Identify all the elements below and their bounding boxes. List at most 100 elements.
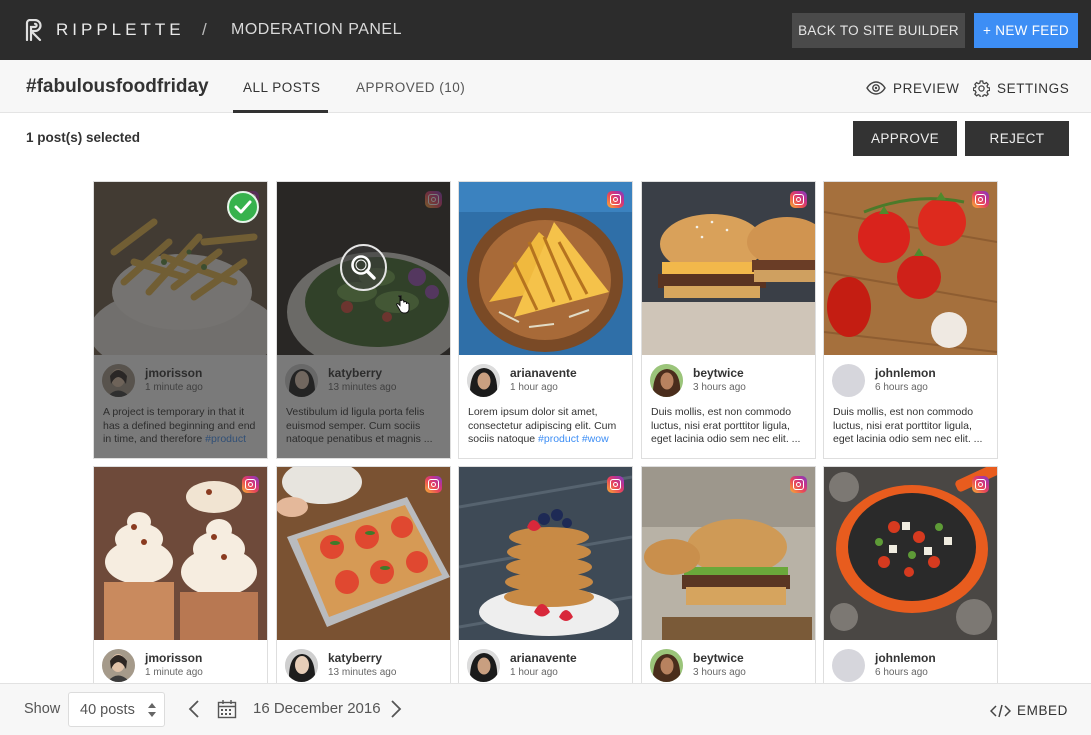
eye-icon	[866, 81, 886, 95]
settings-button[interactable]: SETTINGS	[973, 79, 1069, 97]
post-image	[824, 467, 997, 640]
post-image	[824, 182, 997, 355]
post-username[interactable]: johnlemon	[875, 366, 936, 380]
post-card[interactable]: johnlemon 6 hours ago Duis mollis, est n…	[823, 181, 998, 459]
embed-label: EMBED	[1017, 703, 1069, 718]
post-timestamp: 1 minute ago	[145, 382, 203, 393]
instagram-icon	[242, 476, 259, 493]
post-card[interactable]: katyberry 13 minutes ago	[276, 466, 451, 683]
instagram-icon	[607, 191, 624, 208]
avatar	[650, 364, 683, 397]
post-image	[94, 467, 267, 640]
avatar	[285, 649, 318, 682]
post-username[interactable]: beytwice	[693, 366, 744, 380]
page-title: MODERATION PANEL	[231, 21, 402, 38]
code-icon	[990, 704, 1011, 717]
post-timestamp: 6 hours ago	[875, 667, 928, 678]
ripplette-logo-icon[interactable]	[24, 19, 44, 41]
gear-icon	[973, 79, 990, 97]
post-username[interactable]: arianavente	[510, 651, 577, 665]
post-image	[459, 467, 632, 640]
post-card[interactable]: johnlemon 6 hours ago	[823, 466, 998, 683]
hashtag-link[interactable]: #product #wow	[538, 433, 609, 445]
post-timestamp: 1 minute ago	[145, 667, 203, 678]
feed-header: #fabulousfoodfriday ALL POSTS APPROVED (…	[0, 60, 1091, 113]
current-date[interactable]: 16 December 2016	[253, 700, 381, 717]
post-caption: A project is temporary in that it has a …	[103, 406, 256, 445]
brand-name: RIPPLETTE	[56, 20, 185, 39]
show-label: Show	[24, 701, 61, 717]
post-username[interactable]: katyberry	[328, 366, 382, 380]
post-card[interactable]: beytwice 3 hours ago Duis mollis, est no…	[641, 181, 816, 459]
zoom-icon[interactable]	[340, 244, 387, 291]
next-date-icon[interactable]	[390, 700, 402, 718]
preview-button[interactable]: PREVIEW	[866, 79, 959, 97]
reject-button[interactable]: REJECT	[965, 121, 1069, 156]
avatar	[102, 364, 135, 397]
instagram-icon	[425, 476, 442, 493]
instagram-icon	[790, 191, 807, 208]
breadcrumb-separator: /	[202, 20, 207, 39]
avatar	[467, 649, 500, 682]
new-feed-button[interactable]: + NEW FEED	[974, 13, 1078, 48]
tab-approved[interactable]: APPROVED (10)	[356, 80, 465, 95]
active-tab-indicator	[233, 110, 328, 113]
avatar	[650, 649, 683, 682]
avatar	[102, 649, 135, 682]
post-image	[642, 182, 815, 355]
post-card[interactable]: jmorisson 1 minute ago	[93, 466, 268, 683]
settings-label: SETTINGS	[997, 80, 1070, 96]
page-size-select[interactable]: 40 posts	[68, 692, 165, 727]
pagination-footer: Show 40 posts 16 December 2016 EMBED	[0, 683, 1091, 735]
page-size-value: 40 posts	[80, 702, 135, 718]
instagram-icon	[972, 476, 989, 493]
select-arrows-icon	[148, 703, 156, 717]
post-image	[277, 467, 450, 640]
instagram-icon	[972, 191, 989, 208]
post-username[interactable]: jmorisson	[145, 366, 202, 380]
instagram-icon	[607, 476, 624, 493]
post-card[interactable]: jmorisson 1 minute ago A project is temp…	[93, 181, 268, 459]
post-card[interactable]: beytwice 3 hours ago	[641, 466, 816, 683]
post-timestamp: 1 hour ago	[510, 382, 558, 393]
post-caption: Vestibulum id ligula porta felis euismod…	[286, 406, 433, 445]
post-username[interactable]: katyberry	[328, 651, 382, 665]
embed-button[interactable]: EMBED	[990, 703, 1068, 718]
post-timestamp: 3 hours ago	[693, 382, 746, 393]
post-card[interactable]: arianavente 1 hour ago Lorem ipsum dolor…	[458, 181, 633, 459]
post-timestamp: 1 hour ago	[510, 667, 558, 678]
post-username[interactable]: jmorisson	[145, 651, 202, 665]
post-caption: Duis mollis, est non commodo luctus, nis…	[651, 406, 801, 445]
post-card[interactable]: katyberry 13 minutes ago Vestibulum id l…	[276, 181, 451, 459]
posts-grid: jmorisson 1 minute ago A project is temp…	[93, 181, 999, 683]
post-username[interactable]: beytwice	[693, 651, 744, 665]
selected-check-icon[interactable]	[227, 191, 259, 223]
hashtag-link[interactable]: #product	[205, 433, 246, 445]
post-timestamp: 13 minutes ago	[328, 382, 397, 393]
post-timestamp: 3 hours ago	[693, 667, 746, 678]
post-username[interactable]: arianavente	[510, 366, 577, 380]
post-caption: Duis mollis, est non commodo luctus, nis…	[833, 406, 983, 445]
avatar	[832, 649, 865, 682]
calendar-icon[interactable]	[217, 699, 237, 719]
avatar	[832, 364, 865, 397]
instagram-icon	[425, 191, 442, 208]
tab-all-posts[interactable]: ALL POSTS	[243, 80, 321, 95]
hand-cursor-icon	[396, 295, 410, 314]
post-image	[642, 467, 815, 640]
back-to-site-builder-button[interactable]: BACK TO SITE BUILDER	[792, 13, 965, 48]
post-card[interactable]: arianavente 1 hour ago	[458, 466, 633, 683]
post-timestamp: 6 hours ago	[875, 382, 928, 393]
instagram-icon	[790, 476, 807, 493]
post-caption: Lorem ipsum dolor sit amet, consectetur …	[468, 406, 617, 445]
approve-button[interactable]: APPROVE	[853, 121, 957, 156]
selection-count: 1 post(s) selected	[26, 130, 141, 145]
preview-label: PREVIEW	[893, 80, 960, 96]
post-timestamp: 13 minutes ago	[328, 667, 397, 678]
top-bar: RIPPLETTE / MODERATION PANEL BACK TO SIT…	[0, 0, 1091, 60]
previous-date-icon[interactable]	[188, 700, 200, 718]
avatar	[467, 364, 500, 397]
post-image	[459, 182, 632, 355]
post-username[interactable]: johnlemon	[875, 651, 936, 665]
feed-hashtag: #fabulousfoodfriday	[26, 76, 209, 97]
